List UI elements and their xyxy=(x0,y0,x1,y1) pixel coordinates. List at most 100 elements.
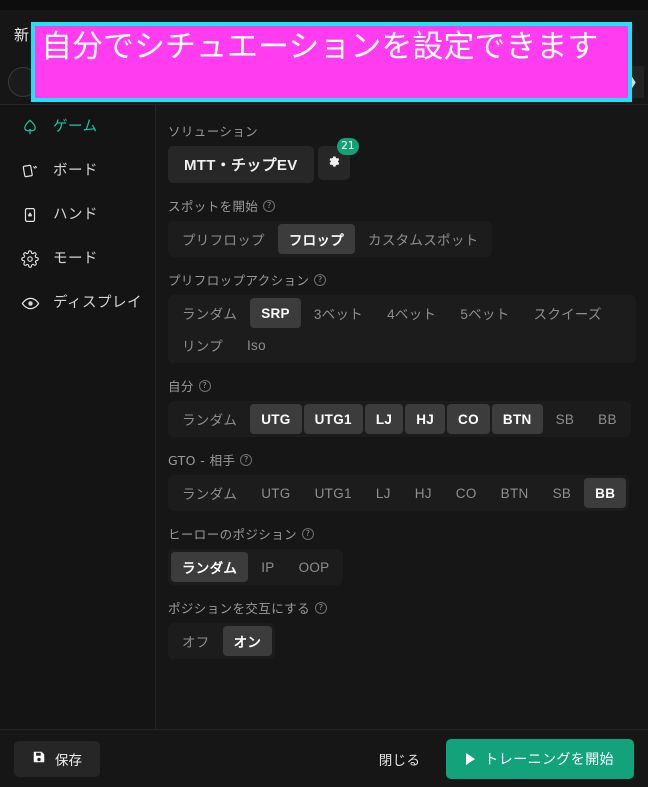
seg-option[interactable]: 4ベット xyxy=(376,298,448,328)
sidebar-item-hand[interactable]: ハンド xyxy=(0,193,155,237)
gear-icon xyxy=(326,154,341,172)
save-button[interactable]: 保存 xyxy=(14,740,100,777)
solution-settings-wrap: 21 xyxy=(317,138,359,180)
seg-option[interactable]: ランダム xyxy=(171,404,249,434)
seg-option[interactable]: リンプ xyxy=(171,330,234,360)
gto-opponent-label: GTO - 相手 ? xyxy=(168,450,636,469)
sidebar: ゲーム ボード ハンド モード ディスプレイ xyxy=(0,105,156,729)
seg-option[interactable]: LJ xyxy=(364,478,402,508)
play-icon xyxy=(466,752,476,765)
dialog-footer: 保存 閉じる トレーニングを開始 xyxy=(0,729,648,787)
start-training-button[interactable]: トレーニングを開始 xyxy=(446,738,634,779)
preflop-action-options: ランダム SRP 3ベット 4ベット 5ベット スクイーズ リンプ Iso xyxy=(168,295,636,363)
seg-option[interactable]: SB xyxy=(541,478,583,508)
field-preflop-action: プリフロップアクション ? ランダム SRP 3ベット 4ベット 5ベット スク… xyxy=(168,270,636,363)
page-title: 新 xyxy=(14,26,30,44)
preflop-action-label-text: プリフロップアクション xyxy=(168,273,310,288)
seg-option[interactable]: LJ xyxy=(364,404,404,434)
annotation-overlay: 自分でシチュエーションを設定できます xyxy=(31,22,632,102)
hero-positions-options: ランダム UTG UTG1 LJ HJ CO BTN SB BB xyxy=(168,401,631,437)
hero-position-type-options: ランダム IP OOP xyxy=(168,549,344,585)
close-button[interactable]: 閉じる xyxy=(363,741,437,777)
seg-option[interactable]: CO xyxy=(447,404,490,434)
seg-option[interactable]: UTG1 xyxy=(303,478,363,508)
settings-dialog: 新 ❯ ゲーム xyxy=(0,10,648,787)
sidebar-item-label: ハンド xyxy=(53,206,98,223)
save-disk-icon xyxy=(32,750,46,767)
seg-option[interactable]: CO xyxy=(444,478,488,508)
field-start-spot: スポットを開始 ? プリフロップ フロップ カスタムスポット xyxy=(168,196,636,257)
solution-label-text: ソリューション xyxy=(168,124,259,139)
seg-option[interactable]: 5ベット xyxy=(449,298,521,328)
app-root: 新 ❯ ゲーム xyxy=(0,0,648,787)
solution-select-button[interactable]: MTT・チップEV xyxy=(168,146,314,183)
sidebar-item-board[interactable]: ボード xyxy=(0,149,155,193)
help-circle-icon[interactable]: ? xyxy=(302,527,315,540)
help-circle-icon[interactable]: ? xyxy=(314,273,327,286)
solution-row: MTT・チップEV 21 xyxy=(168,138,636,183)
sidebar-item-display[interactable]: ディスプレイ xyxy=(0,281,155,325)
seg-option[interactable]: フロップ xyxy=(277,224,356,254)
solution-count-badge: 21 xyxy=(337,138,359,155)
seg-option[interactable]: BB xyxy=(584,478,627,508)
seg-option[interactable]: SB xyxy=(544,404,586,434)
seg-option[interactable]: ランダム xyxy=(171,478,249,508)
seg-option[interactable]: BTN xyxy=(489,478,540,508)
seg-option[interactable]: HJ xyxy=(403,478,443,508)
field-hero-positions: 自分 ? ランダム UTG UTG1 LJ HJ CO BTN SB BB xyxy=(168,376,636,437)
seg-option[interactable]: BB xyxy=(587,404,628,434)
cards-icon xyxy=(20,161,40,181)
field-alternate-positions: ポジションを交互にする ? オフ オン xyxy=(168,598,636,659)
help-circle-icon[interactable]: ? xyxy=(240,453,253,466)
alternate-positions-label-text: ポジションを交互にする xyxy=(168,601,311,616)
seg-option[interactable]: SRP xyxy=(250,298,301,328)
seg-option[interactable]: カスタムスポット xyxy=(357,224,490,254)
seg-option[interactable]: プリフロップ xyxy=(171,224,276,254)
preflop-action-label: プリフロップアクション ? xyxy=(168,270,636,289)
annotation-text: 自分でシチュエーションを設定できます xyxy=(41,29,599,65)
sidebar-item-label: モード xyxy=(53,250,98,267)
seg-option[interactable]: オン xyxy=(222,626,273,656)
sidebar-item-mode[interactable]: モード xyxy=(0,237,155,281)
seg-option[interactable]: BTN xyxy=(491,404,543,434)
hero-positions-label-text: 自分 xyxy=(168,379,194,394)
start-spot-label-text: スポットを開始 xyxy=(168,199,259,214)
sidebar-item-label: ディスプレイ xyxy=(53,294,142,311)
settings-content: ソリューション MTT・チップEV 21 スポットを開始 ? プリフロップ フロ… xyxy=(156,105,648,729)
start-spot-label: スポットを開始 ? xyxy=(168,196,636,215)
hero-position-type-label-text: ヒーローのポジション xyxy=(168,527,298,542)
eye-icon xyxy=(20,293,40,313)
save-button-label: 保存 xyxy=(55,752,82,768)
seg-option[interactable]: 3ベット xyxy=(302,298,375,328)
seg-option[interactable]: オフ xyxy=(171,626,221,656)
seg-option[interactable]: UTG xyxy=(250,478,302,508)
seg-option[interactable]: Iso xyxy=(236,330,277,360)
alternate-positions-options: オフ オン xyxy=(168,623,276,659)
gto-opponent-label-text: GTO - 相手 xyxy=(168,453,236,468)
seg-option[interactable]: ランダム xyxy=(171,298,249,328)
card-spade-icon xyxy=(20,205,40,225)
solution-label: ソリューション xyxy=(168,121,636,140)
start-spot-options: プリフロップ フロップ カスタムスポット xyxy=(168,221,493,257)
field-solution: ソリューション MTT・チップEV 21 xyxy=(168,121,636,183)
field-hero-position-type: ヒーローのポジション ? ランダム IP OOP xyxy=(168,524,636,585)
field-gto-opponent: GTO - 相手 ? ランダム UTG UTG1 LJ HJ CO BTN SB… xyxy=(168,450,636,511)
seg-option[interactable]: UTG1 xyxy=(303,404,363,434)
sidebar-item-game[interactable]: ゲーム xyxy=(0,105,155,149)
seg-option[interactable]: UTG xyxy=(250,404,302,434)
dialog-body: ゲーム ボード ハンド モード ディスプレイ ソリューション MTT・チップEV… xyxy=(0,105,648,729)
alternate-positions-label: ポジションを交互にする ? xyxy=(168,598,636,617)
help-circle-icon[interactable]: ? xyxy=(198,379,211,392)
seg-option[interactable]: IP xyxy=(250,552,286,582)
seg-option[interactable]: HJ xyxy=(405,404,446,434)
seg-option[interactable]: スクイーズ xyxy=(522,298,613,328)
sidebar-item-label: ボード xyxy=(53,162,98,179)
start-training-label: トレーニングを開始 xyxy=(484,750,614,767)
help-circle-icon[interactable]: ? xyxy=(263,199,276,212)
hero-positions-label: 自分 ? xyxy=(168,376,636,395)
seg-option[interactable]: ランダム xyxy=(171,552,249,582)
seg-option[interactable]: OOP xyxy=(287,552,341,582)
spade-icon xyxy=(20,117,40,137)
gto-opponent-options: ランダム UTG UTG1 LJ HJ CO BTN SB BB xyxy=(168,475,630,511)
help-circle-icon[interactable]: ? xyxy=(315,601,328,614)
